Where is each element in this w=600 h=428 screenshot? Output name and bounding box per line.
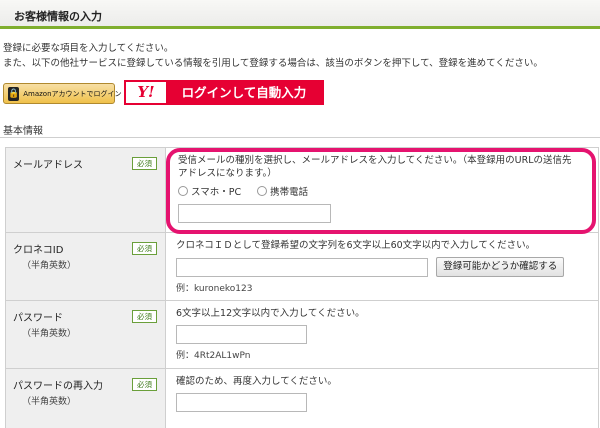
yahoo-logo: Y! [126,82,166,103]
form-row-password-confirm: パスワードの再入力 （半角英数） 必須 確認のため、再度入力してください。 [6,369,598,428]
password-confirm-field-cell: 確認のため、再度入力してください。 [166,369,598,428]
email-description: 受信メールの種別を選択し、メールアドレスを入力してください。（本登録用のURLの… [178,155,572,179]
required-badge: 必須 [132,310,157,323]
section-title: 基本情報 [3,126,43,137]
amazon-login-label: Amazonアカウントでログイン [23,89,122,98]
kuroneko-id-example: 例：kuroneko123 [176,284,253,294]
password-field-cell: 6文字以上12文字以内で入力してください。 例：4Rt2AL1wPn [166,301,598,368]
form-row-kuroneko-id: クロネコID （半角英数） 必須 クロネコＩＤとして登録希望の文字列を6文字以上… [6,233,598,301]
kuroneko-id-field-cell: クロネコＩＤとして登録希望の文字列を6文字以上60文字以内で入力してください。 … [166,233,598,300]
form-row-password: パスワード （半角英数） 必須 6文字以上12文字以内で入力してください。 例：… [6,301,598,369]
radio-mobile-phone[interactable] [257,186,268,196]
password-example: 例：4Rt2AL1wPn [176,351,251,361]
radio-smartphone-pc[interactable] [178,186,188,196]
lock-icon: 🔒 [8,86,20,101]
intro-text-2: また、以下の他社サービスに登録している情報を引用して登録する場合は、該当のボタン… [3,58,543,69]
password-sublabel: （半角英数） [22,329,77,339]
email-input[interactable] [178,204,331,223]
page-title: お客様情報の入力 [14,10,102,23]
kuroneko-id-sublabel: （半角英数） [22,261,77,271]
password-confirm-sublabel: （半角英数） [22,397,77,407]
password-confirm-input[interactable] [176,393,307,412]
email-field-cell: 受信メールの種別を選択し、メールアドレスを入力してください。（本登録用のURLの… [166,148,598,232]
yahoo-login-label: ログインして自動入力 [166,82,322,103]
form-table: メールアドレス 必須 受信メールの種別を選択し、メールアドレスを入力してください… [5,147,599,428]
check-availability-button[interactable]: 登録可能かどうか確認する [436,257,565,277]
amazon-login-button[interactable]: 🔒 Amazonアカウントでログイン [3,83,122,104]
intro-text-1: 登録に必要な項目を入力してください。 [3,43,174,54]
required-badge: 必須 [132,242,157,255]
mail-type-options: スマホ・PC 携帯電話 [178,184,578,198]
divider [0,137,600,138]
required-badge: 必須 [132,157,157,170]
kuroneko-id-description: クロネコＩＤとして登録希望の文字列を6文字以上60文字以内で入力してください。 [176,240,536,251]
field-label-cell: パスワード （半角英数） 必須 [6,301,166,368]
kuroneko-id-input[interactable] [176,257,428,277]
section-header: お客様情報の入力 [0,0,600,29]
field-label-cell: メールアドレス 必須 [6,148,166,232]
required-badge: 必須 [132,378,157,391]
password-confirm-description: 確認のため、再度入力してください。 [176,376,337,387]
radio-label-smartphone-pc: スマホ・PC [191,187,242,198]
field-label-cell: クロネコID （半角英数） 必須 [6,233,166,300]
password-input[interactable] [176,325,307,344]
password-description: 6文字以上12文字以内で入力してください。 [176,308,365,319]
yahoo-login-button[interactable]: Y! ログインして自動入力 [124,80,324,105]
form-row-email: メールアドレス 必須 受信メールの種別を選択し、メールアドレスを入力してください… [6,148,598,233]
radio-label-mobile-phone: 携帯電話 [270,187,309,198]
field-label-cell: パスワードの再入力 （半角英数） 必須 [6,369,166,428]
